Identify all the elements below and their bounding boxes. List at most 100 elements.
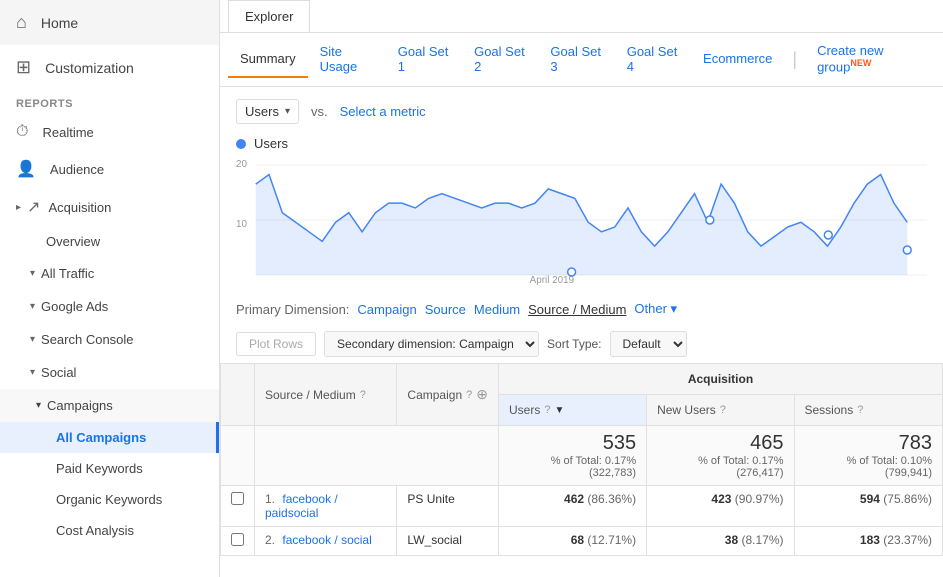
select-metric-link[interactable]: Select a metric [340,104,426,119]
tab-create-new-group[interactable]: Create new groupNEW [805,33,935,86]
primary-dimension: Primary Dimension: Campaign Source Mediu… [220,293,943,325]
content-area: Users ▾ vs. Select a metric Users 20 10 [220,87,943,577]
sidebar-all-traffic-label: All Traffic [41,266,94,281]
sidebar-acquisition-label: Acquisition [48,200,111,215]
chevron-down-icon: ▸ [16,202,21,213]
tab-goal-set-3[interactable]: Goal Set 3 [538,34,614,86]
row-new-users: 423 (90.97%) [647,486,794,527]
sidebar-realtime-label: Realtime [42,125,93,140]
th-users[interactable]: Users ? ▼ [498,395,646,426]
th-source-medium: Source / Medium ? [255,364,397,426]
sidebar-google-ads-label: Google Ads [41,299,108,314]
chart-container: Users 20 10 April 2019 [220,136,943,293]
chart-legend-label: Users [254,136,288,151]
tab-site-usage[interactable]: Site Usage [308,34,386,86]
sidebar-item-google-ads[interactable]: ▾ Google Ads [0,290,219,323]
chart-area: 20 10 April 2019 [236,155,927,285]
metric-dropdown[interactable]: Users ▾ [236,99,299,124]
sort-desc-icon: ▼ [554,405,564,416]
tab-summary[interactable]: Summary [228,41,308,78]
total-users-cell: 535 % of Total: 0.17% (322,783) [498,426,646,486]
help-icon-3: ? [544,404,550,416]
tab-goal-set-1[interactable]: Goal Set 1 [386,34,462,86]
sidebar-item-organic-keywords[interactable]: Organic Keywords [0,484,219,515]
dim-other[interactable]: Other ▾ [634,301,677,317]
table-row: 2. facebook / social LW_social 68 (12.71… [221,527,943,556]
th-new-users[interactable]: New Users ? [647,395,794,426]
acquisition-icon: ↗ [27,197,40,217]
source-medium-link[interactable]: facebook / paidsocial [265,492,338,520]
sidebar-item-search-console[interactable]: ▾ Search Console [0,323,219,356]
dim-source[interactable]: Source [425,302,466,317]
tab-explorer[interactable]: Explorer [228,0,310,32]
chevron-right-icon-4: ▾ [30,367,35,378]
sidebar-item-all-campaigns[interactable]: All Campaigns [0,422,219,453]
table-body: 1. facebook / paidsocial PS Unite 462 (8… [221,486,943,556]
audience-icon: 👤 [16,159,36,179]
sidebar-campaigns-label: Campaigns [47,398,113,413]
sidebar-item-social[interactable]: ▾ Social [0,356,219,389]
help-icon-4: ? [720,404,726,416]
help-icon: ? [360,389,366,401]
chevron-right-icon-2: ▾ [30,301,35,312]
reports-label: REPORTS [0,90,219,114]
metric-label: Users [245,104,279,119]
source-medium-link[interactable]: facebook / social [282,533,371,547]
row-campaign: LW_social [397,527,499,556]
sidebar-item-overview[interactable]: Overview [0,226,219,257]
dropdown-arrow-icon: ▾ [285,106,290,117]
sidebar-item-home[interactable]: ⌂ Home [0,0,219,45]
dim-medium[interactable]: Medium [474,302,520,317]
sidebar-item-campaigns[interactable]: ▾ Campaigns [0,389,219,422]
sort-default-select[interactable]: Default [610,331,687,357]
th-checkbox [221,364,255,426]
dim-campaign[interactable]: Campaign [357,302,416,317]
customization-icon: ⊞ [16,57,31,78]
svg-text:10: 10 [236,219,247,230]
sidebar-item-acquisition[interactable]: ▸ ↗ Acquisition [0,188,219,226]
chevron-right-icon: ▾ [30,268,35,279]
svg-text:20: 20 [236,159,247,170]
sidebar-audience-label: Audience [50,162,104,177]
tab-ecommerce[interactable]: Ecommerce [691,41,784,78]
row-new-users: 38 (8.17%) [647,527,794,556]
sidebar-item-cost-analysis[interactable]: Cost Analysis [0,515,219,546]
row-source-medium: 1. facebook / paidsocial [255,486,397,527]
sidebar-social-label: Social [41,365,76,380]
row-users: 462 (86.36%) [498,486,646,527]
th-sessions[interactable]: Sessions ? [794,395,943,426]
help-icon-2: ? [466,389,472,401]
legend-dot [236,139,246,149]
row-checkbox[interactable] [221,527,255,556]
tab-goal-set-4[interactable]: Goal Set 4 [615,34,691,86]
sidebar-item-audience[interactable]: 👤 Audience [0,150,219,188]
sidebar-item-paid-keywords[interactable]: Paid Keywords [0,453,219,484]
table-controls: Plot Rows Secondary dimension: Campaign … [220,325,943,363]
th-campaign: Campaign ? ⊕ [397,364,499,426]
sidebar-item-customization[interactable]: ⊞ Customization [0,45,219,90]
th-acquisition-group: Acquisition [498,364,942,395]
total-checkbox-cell [221,426,255,486]
chart-legend: Users [236,136,927,151]
chart-svg: 20 10 April 2019 [236,155,927,285]
add-dim-icon[interactable]: ⊕ [476,386,488,403]
sidebar-item-all-traffic[interactable]: ▾ All Traffic [0,257,219,290]
tab-divider: | [792,49,797,70]
sidebar-search-console-label: Search Console [41,332,134,347]
help-icon-5: ? [857,404,863,416]
plot-rows-button[interactable]: Plot Rows [236,332,316,356]
total-label-cell [255,426,499,486]
table-row: 1. facebook / paidsocial PS Unite 462 (8… [221,486,943,527]
tab-goal-set-2[interactable]: Goal Set 2 [462,34,538,86]
campaigns-children: All Campaigns Paid Keywords Organic Keyw… [0,422,219,546]
row-sessions: 183 (23.37%) [794,527,943,556]
row-checkbox[interactable] [221,486,255,527]
dim-source-medium[interactable]: Source / Medium [528,302,626,317]
sidebar-home-label: Home [41,15,78,31]
secondary-dimension-select[interactable]: Secondary dimension: Campaign [324,331,539,357]
tab-bar: Explorer [220,0,943,33]
chevron-down-icon-2: ▾ [36,400,41,411]
sidebar-item-realtime[interactable]: ⏱ Realtime [0,114,219,150]
table-total-row: 535 % of Total: 0.17% (322,783) 465 % of… [221,426,943,486]
data-table: Source / Medium ? Campaign ? ⊕ Acquisiti… [220,363,943,556]
